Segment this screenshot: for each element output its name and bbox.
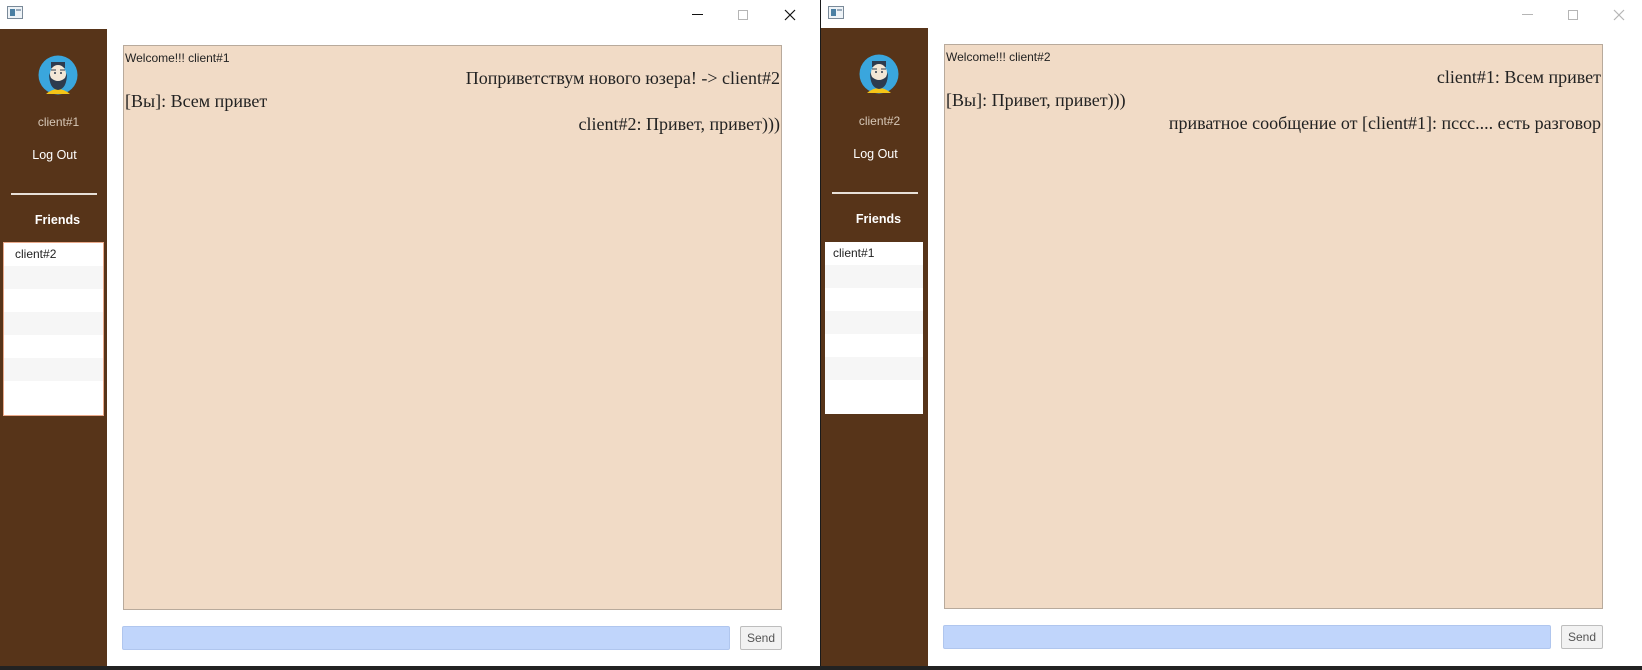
close-button[interactable] xyxy=(1596,0,1642,29)
friend-list-item[interactable] xyxy=(825,311,923,334)
maximize-button[interactable] xyxy=(720,0,766,29)
chat-message: [Вы]: Привет, привет))) xyxy=(946,90,1126,110)
chat-history[interactable]: Welcome!!! client#2 client#1: Всем приве… xyxy=(944,44,1603,609)
minimize-button[interactable] xyxy=(674,0,720,29)
friend-list-item[interactable] xyxy=(4,335,103,358)
chat-message: client#1: Всем привет xyxy=(1436,67,1601,87)
message-input[interactable] xyxy=(122,626,730,650)
welcome-text: Welcome!!! client#1 xyxy=(125,51,230,65)
minimize-icon xyxy=(691,14,703,15)
chat-message: Поприветствум нового юзера! -> client#2 xyxy=(465,68,780,88)
friend-list-item[interactable] xyxy=(825,357,923,380)
friends-heading: Friends xyxy=(34,213,81,227)
close-button[interactable] xyxy=(767,0,813,29)
title-bar[interactable] xyxy=(821,0,1642,29)
friends-heading: Friends xyxy=(855,212,902,226)
minimize-icon xyxy=(1521,14,1533,15)
chat-message: приватное сообщение от [client#1]: пссс.… xyxy=(1168,113,1601,133)
main-content: Welcome!!! client#2 client#1: Всем приве… xyxy=(928,28,1642,670)
username-label: client#1 xyxy=(37,115,80,129)
app-window-icon xyxy=(828,6,844,19)
close-icon xyxy=(1613,9,1625,20)
desktop-background-strip xyxy=(0,666,1642,670)
send-button[interactable]: Send xyxy=(740,626,782,650)
friend-list-item[interactable] xyxy=(4,381,103,404)
close-icon xyxy=(784,9,796,20)
chat-history[interactable]: Welcome!!! client#1 Поприветствум нового… xyxy=(123,45,782,610)
sidebar-divider xyxy=(11,193,97,195)
bearded-man-avatar-icon xyxy=(859,54,899,94)
message-input[interactable] xyxy=(943,625,1551,649)
send-button[interactable]: Send xyxy=(1561,625,1603,649)
chat-message: client#2: Привет, привет))) xyxy=(578,114,780,134)
logout-button[interactable]: Log Out xyxy=(0,148,109,162)
friend-list-item[interactable]: client#2 xyxy=(4,243,103,266)
username-label: client#2 xyxy=(858,114,901,128)
maximize-icon xyxy=(1568,9,1578,20)
friend-list-item[interactable]: client#1 xyxy=(825,242,923,265)
sidebar: client#1 Log Out Friends client#2 xyxy=(0,29,107,670)
friend-list-item[interactable] xyxy=(4,312,103,335)
sidebar-divider xyxy=(832,192,918,194)
friends-list[interactable]: client#2 xyxy=(3,242,104,416)
maximize-icon xyxy=(738,9,748,20)
sidebar: client#2 Log Out Friends client#1 xyxy=(821,28,928,670)
friends-list[interactable]: client#1 xyxy=(825,242,923,414)
friend-list-item[interactable] xyxy=(825,265,923,288)
title-bar[interactable] xyxy=(0,0,820,29)
chat-window-client1: client#1 Log Out Friends client#2 Welcom… xyxy=(0,0,820,670)
minimize-button[interactable] xyxy=(1504,0,1550,29)
app-window-icon xyxy=(7,6,23,19)
friend-list-item[interactable] xyxy=(825,334,923,357)
friend-list-item[interactable] xyxy=(4,358,103,381)
friend-list-item[interactable] xyxy=(825,288,923,311)
friend-list-item[interactable] xyxy=(4,289,103,312)
maximize-button[interactable] xyxy=(1550,0,1596,29)
bearded-man-avatar-icon xyxy=(38,55,78,95)
main-content: Welcome!!! client#1 Поприветствум нового… xyxy=(107,29,820,670)
chat-window-client2: client#2 Log Out Friends client#1 Welcom… xyxy=(821,0,1642,670)
chat-message: [Вы]: Всем привет xyxy=(125,91,268,111)
friend-list-item[interactable] xyxy=(825,380,923,403)
logout-button[interactable]: Log Out xyxy=(821,147,930,161)
welcome-text: Welcome!!! client#2 xyxy=(946,50,1051,64)
friend-list-item[interactable] xyxy=(4,266,103,289)
